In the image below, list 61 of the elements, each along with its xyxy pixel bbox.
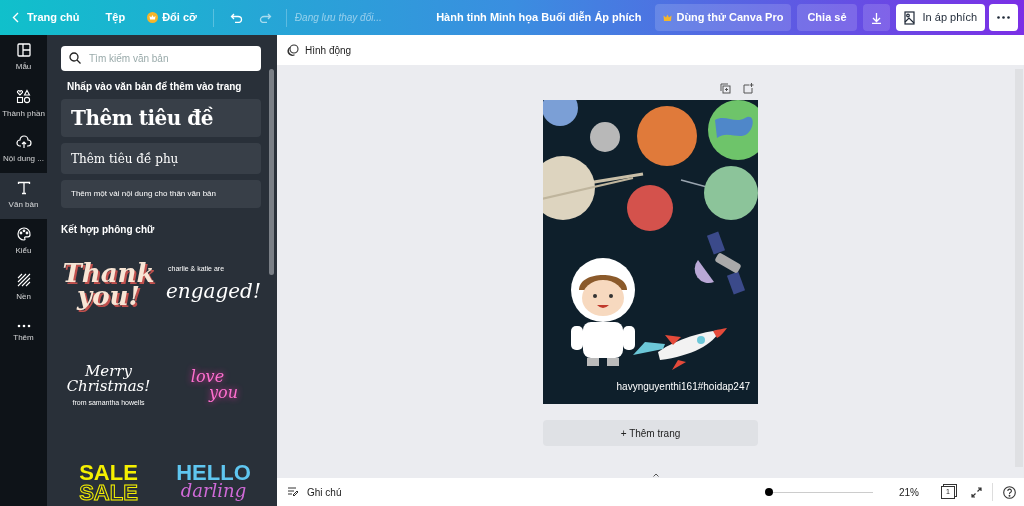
help-icon[interactable]: [1003, 485, 1016, 499]
sidebar-tab[interactable]: Nền: [0, 265, 47, 311]
cloud-upload-icon: [15, 135, 32, 149]
duplicate-page-icon[interactable]: [720, 83, 731, 94]
body-preset[interactable]: Thêm một vài nội dung cho thân văn bản: [61, 180, 261, 208]
more-options-button[interactable]: [989, 4, 1018, 31]
combo-text: love: [190, 369, 225, 385]
combo-text: you: [209, 385, 238, 401]
search-field[interactable]: Tìm kiếm văn bản: [61, 46, 261, 71]
combo-text: SALE: [79, 463, 138, 483]
more-icon: [997, 16, 1010, 19]
combo-text: Merry: [84, 363, 132, 380]
scrollbar[interactable]: [269, 69, 274, 275]
shapes-icon: [16, 88, 31, 104]
subheading-preset[interactable]: Thêm tiêu đề phụ: [61, 143, 261, 174]
chevron-up-icon[interactable]: [653, 473, 659, 477]
heading-preset[interactable]: Thêm tiêu đề: [61, 99, 261, 137]
share-button[interactable]: Chia sẻ: [797, 4, 857, 31]
fullscreen-icon[interactable]: [971, 486, 982, 498]
add-page-icon[interactable]: [743, 83, 754, 94]
undo-icon[interactable]: [229, 12, 243, 23]
animate-button[interactable]: Hình động: [287, 42, 352, 58]
pro-trial-button[interactable]: Dùng thử Canva Pro: [655, 4, 792, 31]
save-status: Đang lưu thay đổi...: [294, 11, 382, 25]
animation-icon: [287, 44, 299, 56]
poster-caption: havynguyenthi161#hoidap247: [616, 380, 750, 394]
text-icon: [16, 181, 31, 195]
zoom-slider[interactable]: [765, 487, 873, 497]
back-icon: [12, 12, 19, 23]
combo-text: you!: [77, 285, 140, 309]
more-icon: [16, 324, 31, 328]
notes-button[interactable]: Ghi chú: [287, 484, 342, 500]
print-poster-button[interactable]: In áp phích: [895, 4, 985, 31]
download-button[interactable]: [862, 4, 890, 31]
document-title: Hành tinh Minh họa Buổi diễn Áp phích: [436, 10, 642, 26]
section-heading: Nhấp vào văn bản để thêm vào trang: [67, 80, 243, 94]
sidebar-tab[interactable]: Thêm: [0, 311, 47, 357]
crown-icon: [663, 13, 673, 22]
section-heading: Kết hợp phông chữ: [61, 223, 156, 237]
combo-text: HELLO: [176, 463, 251, 483]
zoom-slider-thumb[interactable]: [765, 488, 773, 496]
sidebar-tab[interactable]: Văn bản: [0, 173, 47, 219]
search-icon: [69, 52, 81, 64]
palette-icon: [16, 227, 31, 241]
sidebar-tab[interactable]: Thành phần: [0, 81, 47, 127]
combo-text: Thank: [62, 261, 155, 285]
combo-text: engaged!: [166, 278, 261, 306]
combo-text: Christmas!: [66, 379, 151, 396]
combo-text: SALE: [79, 482, 138, 503]
sidebar-tab[interactable]: Kiểu: [0, 219, 47, 265]
sidebar-tab[interactable]: Mẫu: [0, 35, 47, 81]
stripes-icon: [16, 273, 31, 287]
combo-text: darling: [180, 482, 247, 499]
sidebar-tab[interactable]: Nội dung ...: [0, 127, 47, 173]
zoom-percentage: 21%: [899, 485, 919, 500]
download-icon: [870, 11, 882, 24]
crown-icon: [147, 12, 159, 23]
add-page-button[interactable]: + Thêm trang: [543, 420, 758, 446]
layout-icon: [16, 43, 31, 57]
notes-icon: [287, 487, 299, 497]
poster-icon: [903, 10, 915, 25]
